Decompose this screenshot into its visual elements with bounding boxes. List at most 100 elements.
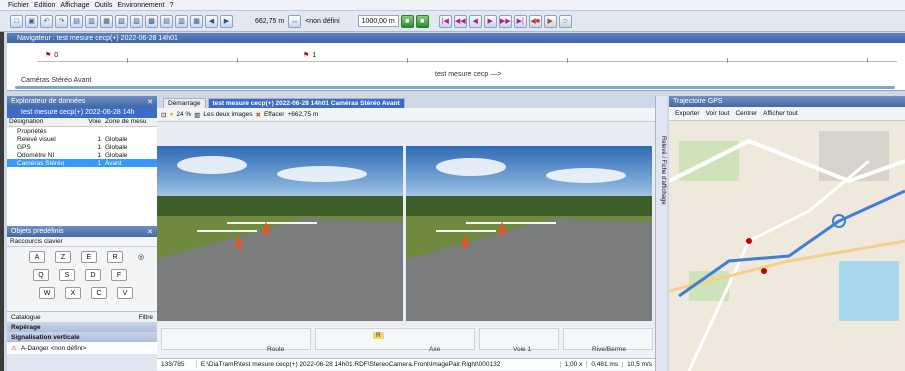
- navigator-scrollbar[interactable]: [15, 86, 895, 89]
- status-badge[interactable]: R: [373, 332, 384, 339]
- menu-help[interactable]: ?: [169, 2, 173, 9]
- map-canvas: [669, 121, 905, 371]
- chart-icon[interactable]: ▥: [175, 14, 188, 28]
- close-icon[interactable]: ✕: [147, 228, 153, 236]
- tab-demarrage[interactable]: Démarrage: [163, 98, 206, 108]
- forward-icon[interactable]: ▶: [220, 14, 233, 28]
- erase-button[interactable]: Effacer: [264, 111, 284, 118]
- measure-icon[interactable]: ↔: [288, 14, 302, 28]
- new-icon[interactable]: □: [10, 14, 23, 28]
- panel-icon[interactable]: ▧: [115, 14, 128, 28]
- ruler-tick: [867, 58, 868, 63]
- back-icon[interactable]: ◀: [205, 14, 218, 28]
- objects-title: Objets prédéfinis: [11, 228, 64, 235]
- menu-environnement[interactable]: Environnement: [117, 2, 164, 9]
- key-e[interactable]: E: [81, 251, 97, 263]
- save-icon[interactable]: ▣: [25, 14, 38, 28]
- position-value[interactable]: +662,75 m: [287, 111, 318, 118]
- images-select[interactable]: Les deux images: [203, 111, 252, 118]
- prev-frame-icon[interactable]: ◀: [468, 14, 482, 28]
- redo-icon[interactable]: ↷: [55, 14, 68, 28]
- view-all-button[interactable]: Voir tout: [706, 110, 730, 117]
- section-reperage[interactable]: Repérage: [7, 322, 157, 332]
- last-frame-icon[interactable]: ▶|: [513, 14, 527, 28]
- file-path: E:\DiaTramR\test mesure cecp(+) 2022-06-…: [197, 361, 561, 368]
- marker-0[interactable]: ⚑ 0: [45, 51, 58, 59]
- key-s[interactable]: S: [59, 269, 75, 281]
- layout-icon[interactable]: ▥: [85, 14, 98, 28]
- window-icon[interactable]: ▨: [130, 14, 143, 28]
- viewer-tabs: Démarrage test mesure cecp(+) 2022-06-28…: [157, 96, 665, 108]
- list-item-selected[interactable]: Caméras Stéréo 1 Avant: [7, 159, 157, 167]
- first-frame-icon[interactable]: |◀: [438, 14, 452, 28]
- side-tab-label: Relevé / Fiche d'affichage: [660, 136, 666, 205]
- key-v[interactable]: V: [117, 287, 133, 299]
- key-options-icon[interactable]: ◎: [133, 251, 149, 263]
- export-button[interactable]: Exporter: [675, 110, 700, 117]
- section-signalisation[interactable]: Signalisation verticale: [7, 332, 157, 342]
- show-all-button[interactable]: Afficher tout: [763, 110, 798, 117]
- col-designation[interactable]: Désignation: [7, 118, 87, 126]
- gps-map[interactable]: [669, 121, 905, 371]
- stop-icon[interactable]: ◀■: [528, 14, 542, 28]
- key-w[interactable]: W: [39, 287, 55, 299]
- ruler-tick: [567, 58, 568, 63]
- explorer-root[interactable]: test mesure cecp(+) 2022-06-28 14h: [7, 107, 157, 118]
- list-item[interactable]: ⚠ A-Danger <non défini>: [7, 342, 157, 354]
- sun-icon[interactable]: ●: [169, 111, 173, 118]
- menu-affichage[interactable]: Affichage: [60, 2, 89, 9]
- col-zone[interactable]: Zone de mesu: [103, 118, 149, 126]
- list-item[interactable]: Propriétés: [7, 127, 157, 135]
- fast-forward-icon[interactable]: ▶▶: [498, 14, 512, 28]
- split-icon[interactable]: ▩: [145, 14, 158, 28]
- play-icon[interactable]: ▶: [543, 14, 557, 28]
- record-green-icon[interactable]: ■: [415, 14, 429, 28]
- close-icon[interactable]: ✕: [147, 98, 153, 106]
- undo-icon[interactable]: ↶: [40, 14, 53, 28]
- map-icon[interactable]: ▦: [190, 14, 203, 28]
- erase-icon[interactable]: ✖: [256, 111, 261, 119]
- key-z[interactable]: Z: [55, 251, 71, 263]
- menu-edition[interactable]: Edition: [34, 2, 55, 9]
- explorer-grid: Désignation Voie Zone de mesu Propriétés…: [7, 118, 157, 226]
- col-route: Route: [267, 346, 285, 353]
- loop-icon[interactable]: ⊃: [558, 14, 572, 28]
- fit-icon[interactable]: ⊡: [161, 111, 166, 119]
- right-camera-image[interactable]: [406, 146, 652, 321]
- table-icon[interactable]: ▤: [160, 14, 173, 28]
- grid-icon[interactable]: ▦: [100, 14, 113, 28]
- explorer-title: Explorateur de données: [11, 98, 86, 105]
- navigator-pane[interactable]: ⚑ 0 ⚑ 1 Caméras Stéréo Avant test mesure c…: [7, 43, 905, 91]
- objects-header: Objets prédéfinis ✕: [7, 226, 157, 237]
- key-r[interactable]: R: [107, 251, 123, 263]
- view-icon[interactable]: ▤: [70, 14, 83, 28]
- layout-icon[interactable]: ▥: [194, 111, 200, 119]
- key-d[interactable]: D: [85, 269, 101, 281]
- play-green-icon[interactable]: ■: [400, 14, 414, 28]
- left-camera-image[interactable]: [157, 146, 403, 321]
- next-frame-icon[interactable]: ▶: [483, 14, 497, 28]
- key-c[interactable]: C: [91, 287, 107, 299]
- zoom-value[interactable]: 24 %: [176, 111, 191, 118]
- list-item[interactable]: GPS 1 Globale: [7, 143, 157, 151]
- key-x[interactable]: X: [65, 287, 81, 299]
- rewind-icon[interactable]: ◀◀: [453, 14, 467, 28]
- side-tab[interactable]: Relevé / Fiche d'affichage: [655, 96, 667, 371]
- zoom-select[interactable]: 1000,00 m: [357, 15, 399, 27]
- key-f[interactable]: F: [111, 269, 127, 281]
- menu-outils[interactable]: Outils: [94, 2, 112, 9]
- key-a[interactable]: A: [29, 251, 45, 263]
- key-q[interactable]: Q: [33, 269, 49, 281]
- shortcuts-header[interactable]: Raccourcis clavier: [7, 237, 157, 247]
- col-voie[interactable]: Voie: [87, 118, 103, 126]
- gps-panel: Trajectoire GPS Exporter Voir tout Centr…: [669, 96, 905, 371]
- filter-button[interactable]: Filtre: [139, 314, 153, 321]
- tab-cameras[interactable]: test mesure cecp(+) 2022-06-28 14h01 Cam…: [207, 98, 405, 108]
- catalogue-label[interactable]: Catalogue: [11, 314, 41, 321]
- list-item[interactable]: Relevé visuel 1 Globale: [7, 135, 157, 143]
- gps-header: Trajectoire GPS: [669, 96, 905, 107]
- marker-1[interactable]: ⚑ 1: [303, 51, 316, 59]
- center-button[interactable]: Centrer: [735, 110, 757, 117]
- menu-fichier[interactable]: Fichier: [8, 2, 29, 9]
- list-item[interactable]: Odomètre NI 1 Globale: [7, 151, 157, 159]
